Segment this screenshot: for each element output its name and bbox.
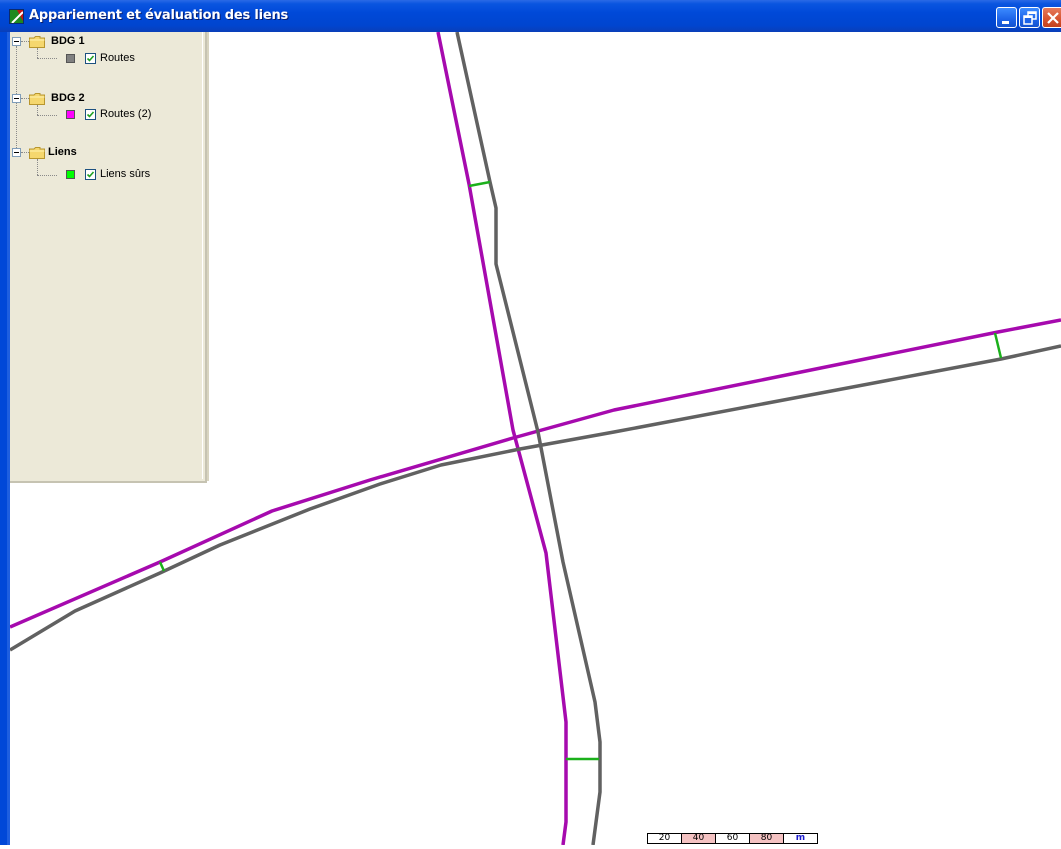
tree-connector xyxy=(37,58,57,59)
link-segment[interactable] xyxy=(468,180,491,188)
layer-panel: BDG 1 Routes BDG 2 Routes (2) Liens Lien… xyxy=(10,32,209,483)
link-segment[interactable] xyxy=(158,561,166,572)
layer-checkbox-routes[interactable] xyxy=(85,53,96,64)
close-icon xyxy=(1047,12,1059,24)
group-label-bdg2[interactable]: BDG 2 xyxy=(51,92,85,104)
restore-icon xyxy=(1023,11,1037,25)
restore-button[interactable] xyxy=(1019,7,1040,28)
color-swatch-routes xyxy=(66,54,75,63)
color-swatch-liens-surs xyxy=(66,170,75,179)
scale-bar: 20 40 60 80 m xyxy=(647,833,818,844)
window-border-bottom xyxy=(0,845,1061,849)
collapse-icon[interactable] xyxy=(12,148,21,157)
tree-connector xyxy=(37,175,57,176)
tree-connector xyxy=(37,159,38,175)
scale-unit: m xyxy=(783,834,817,843)
collapse-icon[interactable] xyxy=(12,37,21,46)
layer-label-routes[interactable]: Routes xyxy=(100,52,135,64)
checkmark-icon xyxy=(86,55,95,62)
color-swatch-routes-2 xyxy=(66,110,75,119)
folder-icon xyxy=(29,147,45,159)
app-icon xyxy=(9,9,24,24)
window-border-left xyxy=(0,32,10,849)
minimize-button[interactable] xyxy=(996,7,1017,28)
tree-connector xyxy=(37,105,38,115)
panel-splitter[interactable] xyxy=(207,32,209,481)
group-label-liens[interactable]: Liens xyxy=(48,146,77,158)
folder-icon xyxy=(29,36,45,48)
layer-label-liens-surs[interactable]: Liens sûrs xyxy=(100,168,150,180)
scale-label: 60 xyxy=(715,834,749,843)
scale-label: 80 xyxy=(749,834,783,843)
collapse-icon[interactable] xyxy=(12,94,21,103)
title-bar[interactable]: Appariement et évaluation des liens xyxy=(0,0,1061,32)
scale-label: 40 xyxy=(681,834,715,843)
checkmark-icon xyxy=(86,111,95,118)
minimize-icon xyxy=(1002,21,1009,24)
tree-connector xyxy=(21,98,29,99)
tree-connector xyxy=(37,115,57,116)
window-title: Appariement et évaluation des liens xyxy=(29,8,289,23)
link-segment[interactable] xyxy=(993,332,1003,359)
tree-connector xyxy=(21,41,29,42)
scale-label: 20 xyxy=(648,834,681,843)
group-label-bdg1[interactable]: BDG 1 xyxy=(51,35,85,47)
checkmark-icon xyxy=(86,171,95,178)
layer-checkbox-routes-2[interactable] xyxy=(85,109,96,120)
layer-checkbox-liens-surs[interactable] xyxy=(85,169,96,180)
tree-connector xyxy=(21,152,29,153)
bdg2-road-vertical[interactable] xyxy=(436,32,568,845)
layer-label-routes-2[interactable]: Routes (2) xyxy=(100,108,151,120)
folder-icon xyxy=(29,93,45,105)
application-window: Appariement et évaluation des liens BDG … xyxy=(0,0,1061,849)
close-button[interactable] xyxy=(1042,7,1061,28)
tree-connector xyxy=(37,48,38,58)
